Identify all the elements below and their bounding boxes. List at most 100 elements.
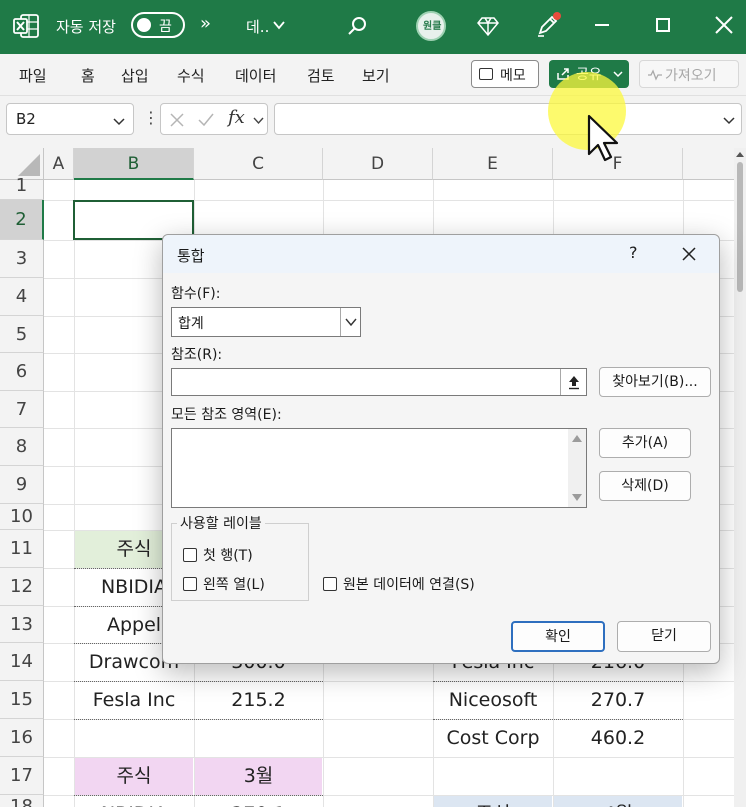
collapse-dialog-button[interactable] (560, 369, 586, 395)
row-header-18[interactable]: 18 (0, 795, 44, 807)
cell-f16[interactable]: 460.2 (554, 720, 682, 757)
delete-button[interactable]: 삭제(D) (599, 471, 691, 501)
cell-c15[interactable]: 215.2 (195, 682, 322, 719)
chevron-down-icon[interactable] (272, 18, 286, 32)
row-header-3[interactable]: 3 (0, 240, 44, 278)
cell-e18[interactable]: 주식 (434, 796, 552, 807)
cell-e16[interactable]: Cost Corp (434, 720, 552, 757)
row-header-11[interactable]: 11 (0, 530, 44, 568)
close-icon[interactable] (714, 15, 734, 35)
diamond-icon[interactable] (476, 14, 500, 38)
chevron-down-icon (113, 118, 125, 126)
fetch-button[interactable]: 가져오기 (639, 60, 739, 88)
fetch-label: 가져오기 (665, 68, 717, 84)
avatar[interactable]: 원클 (416, 11, 446, 41)
cell-f15[interactable]: 270.7 (554, 682, 682, 719)
file-name[interactable]: 데.. (246, 16, 269, 37)
scroll-down-icon[interactable] (572, 494, 582, 501)
row-header-8[interactable]: 8 (0, 428, 44, 466)
cell-b15[interactable]: Fesla Inc (75, 682, 193, 719)
more-commands-button[interactable]: » (200, 13, 211, 34)
menu-view[interactable]: 보기 (362, 65, 390, 86)
help-button[interactable]: ? (629, 243, 638, 262)
cell-f18[interactable]: 4월 (554, 796, 682, 807)
checkbox-box[interactable] (183, 577, 197, 591)
scroll-up-icon[interactable] (572, 435, 582, 442)
toggle-knob (137, 18, 151, 32)
scroll-up-icon[interactable] (736, 152, 744, 157)
more-options-icon[interactable]: ⋮ (143, 108, 159, 127)
insert-function-icon[interactable]: fx (228, 107, 245, 128)
chevron-down-icon[interactable] (253, 115, 264, 126)
ok-button[interactable]: 확인 (511, 621, 605, 652)
row-header-5[interactable]: 5 (0, 316, 44, 353)
column-header-e[interactable]: E (433, 148, 553, 180)
menu-formulas[interactable]: 수식 (177, 65, 205, 86)
browse-button[interactable]: 찾아보기(B)... (599, 367, 711, 397)
cancel-icon[interactable] (169, 112, 185, 128)
add-button[interactable]: 추가(A) (599, 428, 691, 458)
checkbox-box[interactable] (323, 577, 337, 591)
row-header-13[interactable]: 13 (0, 606, 44, 643)
list-scrollbar[interactable] (568, 429, 586, 507)
top-row-label: 첫 행(T) (203, 548, 253, 564)
autosave-toggle[interactable]: 끔 (131, 12, 185, 38)
column-header-a[interactable]: A (44, 148, 74, 180)
row-header-1[interactable]: 1 (0, 177, 44, 200)
top-row-checkbox[interactable]: 첫 행(T) (183, 545, 253, 565)
vertical-scrollbar[interactable] (734, 148, 746, 807)
menu-insert[interactable]: 삽입 (121, 65, 149, 86)
row-header-17[interactable]: 17 (0, 757, 44, 795)
menu-file[interactable]: 파일 (19, 65, 47, 86)
row-header-7[interactable]: 7 (0, 391, 44, 428)
all-references-list[interactable] (171, 428, 587, 508)
pen-icon[interactable] (535, 12, 561, 38)
row-header-9[interactable]: 9 (0, 466, 44, 504)
check-icon[interactable] (197, 112, 215, 128)
column-header-c[interactable]: C (194, 148, 323, 180)
row-header-12[interactable]: 12 (0, 568, 44, 606)
cell-c17[interactable]: 3월 (195, 758, 322, 795)
function-dropdown-button[interactable] (340, 308, 360, 336)
cell-e15[interactable]: Niceosoft (434, 682, 552, 719)
menu-data[interactable]: 데이터 (235, 65, 276, 86)
chevron-down-icon (345, 318, 357, 327)
row-header-4[interactable]: 4 (0, 278, 44, 316)
column-header-b[interactable]: B (74, 148, 194, 180)
cell-b18[interactable]: NBIDIA (75, 796, 193, 807)
name-box[interactable]: B2 (6, 103, 134, 135)
mouse-pointer-icon (587, 114, 619, 162)
reference-label: 참조(R): (171, 347, 223, 363)
close-button[interactable]: 닫기 (617, 621, 711, 652)
formula-input[interactable] (274, 103, 742, 135)
function-select[interactable]: 합계 (171, 307, 361, 337)
memo-button[interactable]: 메모 (471, 60, 539, 88)
avatar-text: 원클 (423, 21, 442, 32)
row-header-10[interactable]: 10 (0, 504, 44, 530)
row-header-16[interactable]: 16 (0, 719, 44, 757)
menu-home[interactable]: 홈 (81, 65, 95, 86)
minimize-button[interactable] (595, 24, 609, 26)
consolidate-dialog: 통합 ? 함수(F): 합계 참조(R): 찾아보기(B)... 모든 참조 영… (162, 234, 720, 664)
row-header-6[interactable]: 6 (0, 353, 44, 391)
link-source-label: 원본 데이터에 연결(S) (343, 577, 475, 593)
left-column-checkbox[interactable]: 왼쪽 열(L) (183, 574, 265, 594)
cell-b17[interactable]: 주식 (75, 758, 193, 795)
close-icon[interactable] (681, 246, 697, 262)
row-header-14[interactable]: 14 (0, 643, 44, 681)
menu-review[interactable]: 검토 (307, 65, 335, 86)
title-bar: 자동 저장 끔 » 데.. 원클 (0, 0, 746, 54)
function-value: 합계 (178, 316, 204, 332)
search-icon[interactable] (346, 15, 368, 37)
column-header-d[interactable]: D (323, 148, 433, 180)
maximize-button[interactable] (656, 18, 670, 32)
chevron-down-icon[interactable] (723, 114, 735, 126)
checkbox-box[interactable] (183, 548, 197, 562)
row-header-15[interactable]: 15 (0, 681, 44, 719)
cell-c18[interactable]: 270.1 (195, 796, 322, 807)
link-source-checkbox[interactable]: 원본 데이터에 연결(S) (323, 574, 475, 594)
row-header-2[interactable]: 2 (0, 200, 44, 240)
scroll-thumb[interactable] (737, 162, 743, 292)
reference-input[interactable] (171, 368, 587, 396)
toggle-state-label: 끔 (159, 19, 172, 35)
